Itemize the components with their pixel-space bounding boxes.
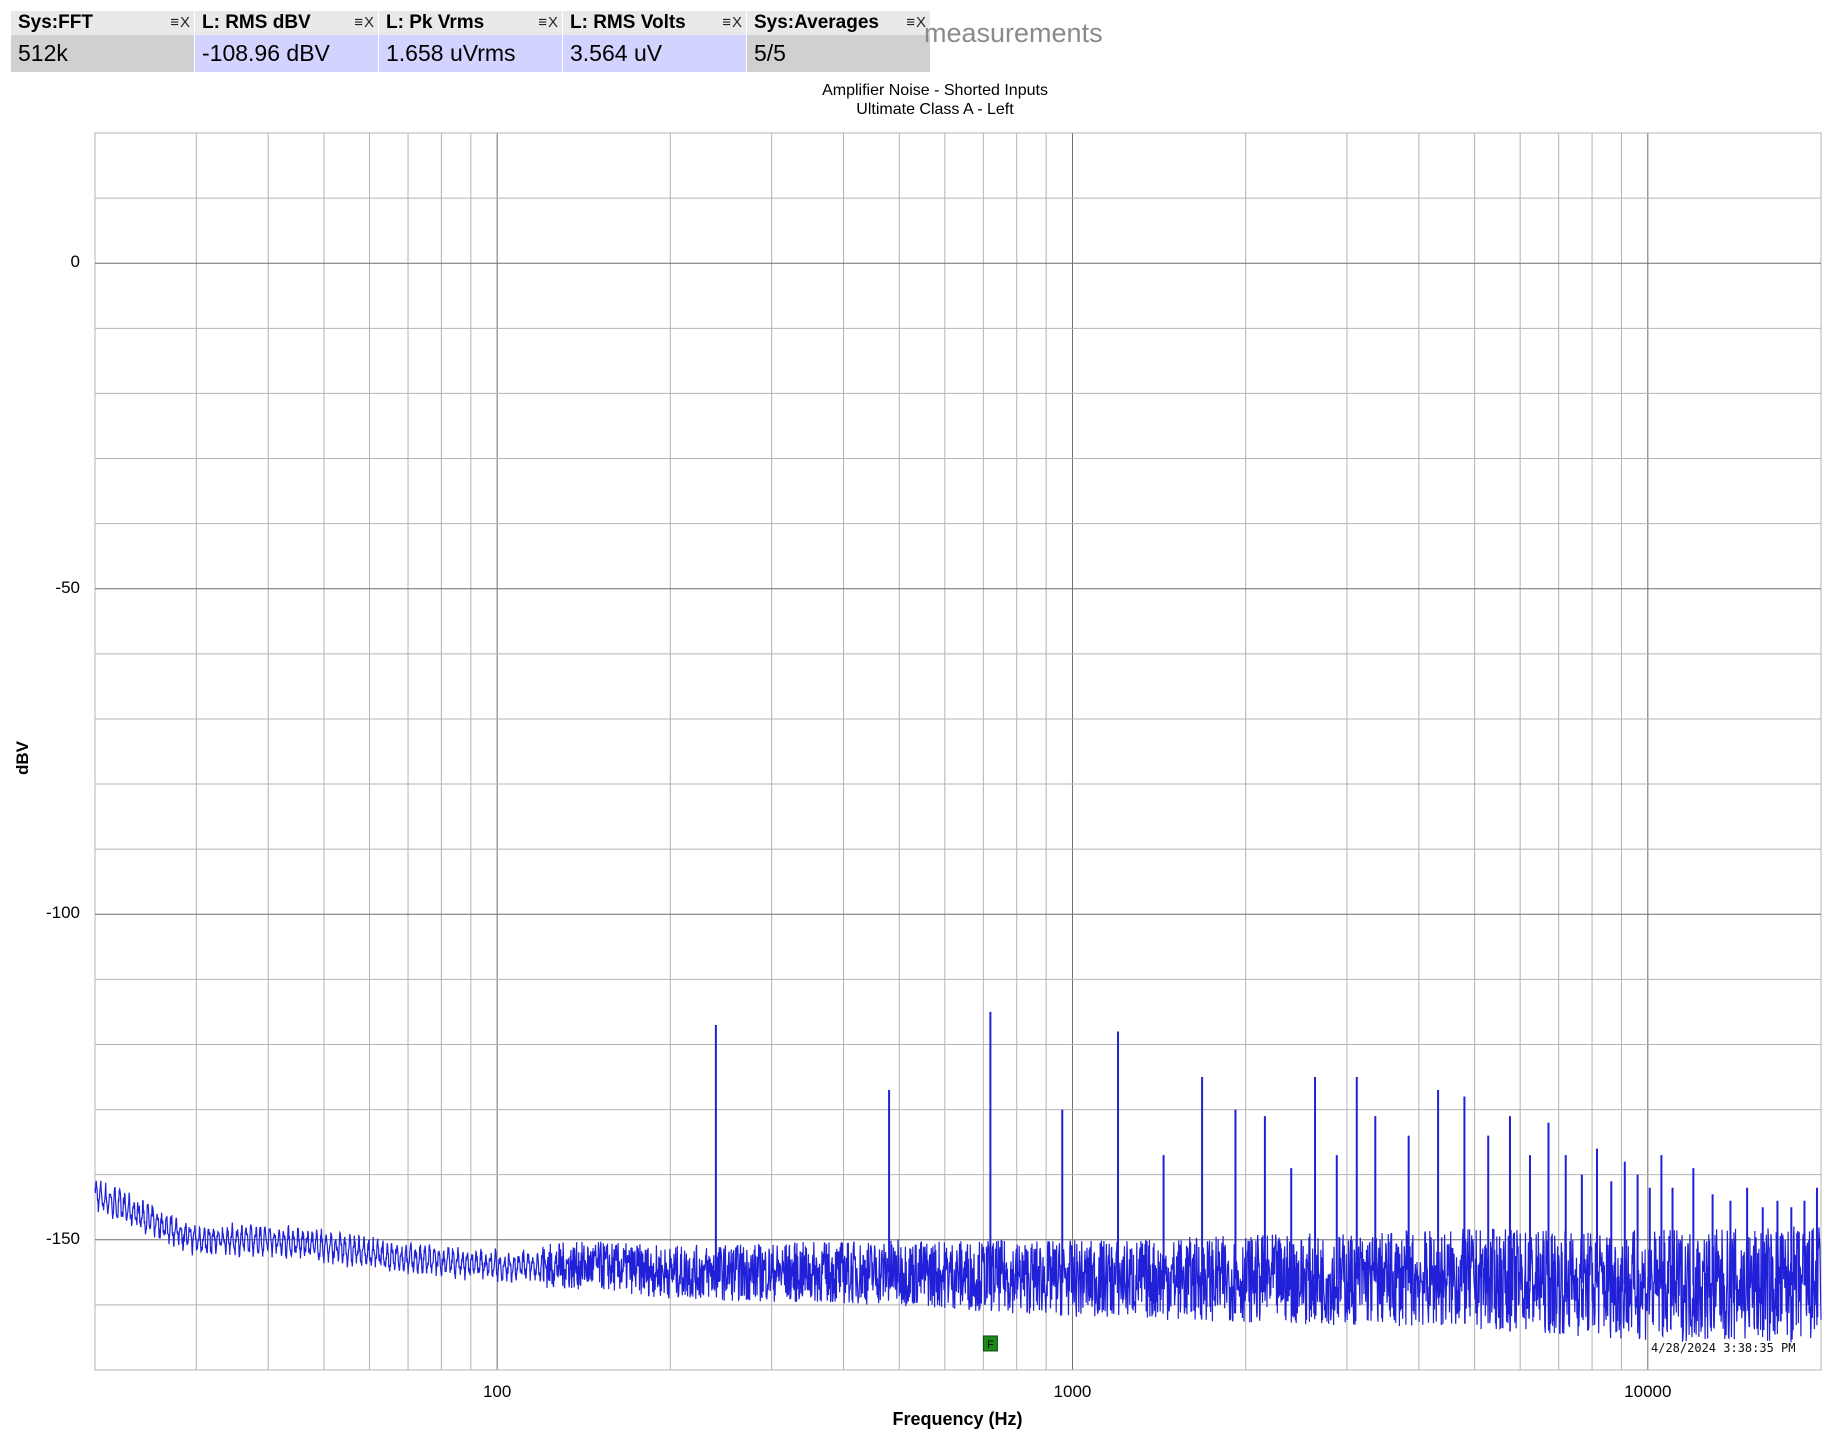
plot-area [94,132,1822,1371]
y-tick-label: -100 [45,903,80,923]
y-tick-label: -50 [55,577,80,597]
frequency-marker-label: F [987,1339,994,1351]
fft-plot: F [94,132,1822,1371]
x-tick-label: 1000 [1053,1382,1092,1401]
x-tick-label: 10000 [1624,1382,1672,1401]
y-tick-label: -150 [45,1228,80,1248]
x-tick-label: 100 [482,1382,512,1401]
y-axis-label: dBV [13,741,32,775]
timestamp: 4/28/2024 3:38:35 PM [1651,1341,1796,1355]
y-tick-label: 0 [70,252,80,272]
x-axis-label: Frequency (Hz) [892,1409,1023,1429]
